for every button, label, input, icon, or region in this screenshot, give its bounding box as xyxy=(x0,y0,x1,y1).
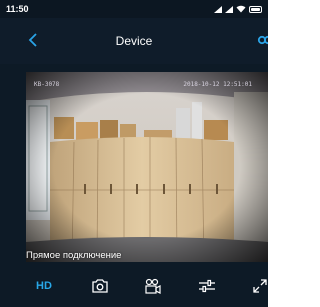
battery-icon xyxy=(249,5,262,13)
fullscreen-icon[interactable] xyxy=(252,277,268,295)
connection-status-label: Прямое подключение xyxy=(26,250,122,261)
hd-quality-button[interactable]: HD xyxy=(36,277,58,295)
status-icons xyxy=(214,5,262,13)
phone-screen: 11:50 Device KB-3078 2018-10-12 12:51:01… xyxy=(0,0,268,307)
camera-video-feed[interactable]: KB-3078 2018-10-12 12:51:01 xyxy=(26,72,268,262)
signal-icon xyxy=(214,5,222,13)
camera-scene xyxy=(26,72,268,262)
status-time: 11:50 xyxy=(6,4,29,14)
control-toolbar: HD xyxy=(0,262,268,307)
snapshot-camera-icon[interactable] xyxy=(91,277,109,295)
signal-icon-2 xyxy=(225,5,233,13)
timestamp-overlay: 2018-10-12 12:51:01 xyxy=(183,81,252,88)
status-bar: 11:50 xyxy=(0,0,268,18)
page-title: Device xyxy=(115,34,153,48)
wifi-icon xyxy=(236,5,246,13)
settings-sliders-icon[interactable] xyxy=(198,277,216,295)
camera-id-overlay: KB-3078 xyxy=(34,81,60,88)
video-record-icon[interactable] xyxy=(144,277,162,295)
back-arrow-icon[interactable] xyxy=(28,32,38,48)
link-icon[interactable] xyxy=(256,30,268,50)
header-bar: Device xyxy=(0,18,268,64)
